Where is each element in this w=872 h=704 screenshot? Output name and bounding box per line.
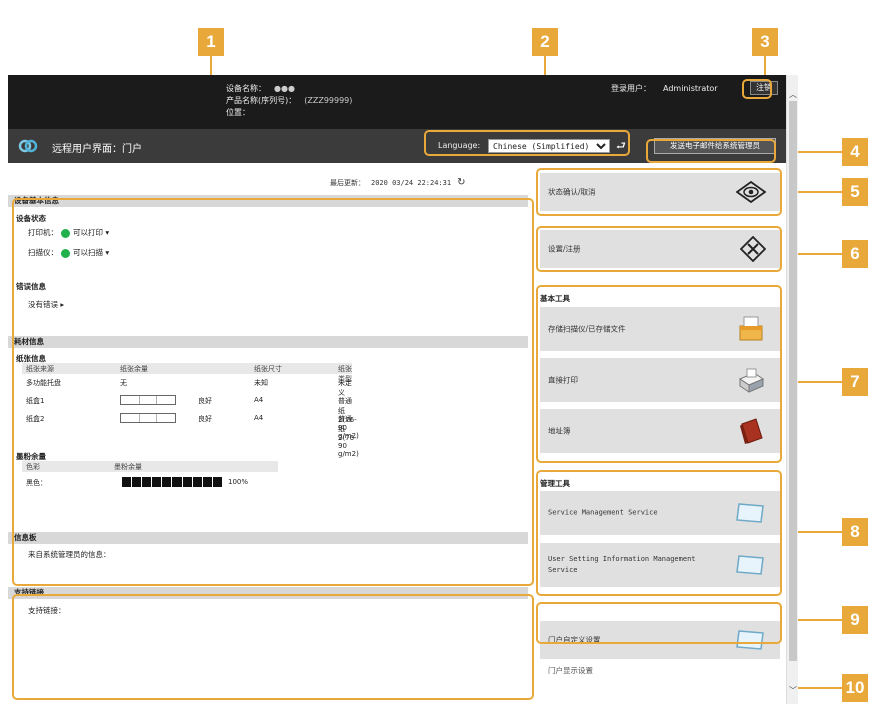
highlight-frame-6: [536, 226, 782, 272]
callout-6: 6: [842, 240, 868, 268]
device-name-label: 设备名称：: [226, 84, 266, 93]
device-name-value: ●●●: [274, 84, 295, 93]
highlight-frame-4: [646, 139, 776, 163]
scroll-up-icon[interactable]: ︿: [788, 89, 798, 99]
remote-ui-logo-icon: [18, 139, 38, 153]
callout-9: 9: [842, 606, 868, 634]
device-info-header: 设备名称： ●●● 产品名称(序列号)： (ZZZ99999) 位置：: [226, 83, 352, 119]
highlight-frame-10: [12, 594, 534, 700]
highlight-frame-2: [424, 130, 630, 156]
last-update-value: 2020 03/24 22:24:31: [371, 179, 452, 187]
callout-3: 3: [752, 28, 778, 56]
callout-7: 7: [842, 368, 868, 396]
scrollbar-thumb[interactable]: [789, 101, 797, 661]
header: 设备名称： ●●● 产品名称(序列号)： (ZZZ99999) 位置： 登录用户： A…: [8, 75, 786, 129]
highlight-frame-9: [536, 602, 782, 644]
callout-8: 8: [842, 518, 868, 546]
callout-2: 2: [532, 28, 558, 56]
login-user-label: 登录用户：: [611, 84, 651, 93]
highlight-frame-5: [536, 168, 782, 216]
highlight-frame-3: [742, 79, 772, 99]
product-name-value: (ZZZ99999): [304, 96, 353, 105]
last-update: 最后更新： 2020 03/24 22:24:31 ↻: [330, 177, 465, 188]
scrollbar[interactable]: ︿ ﹀: [786, 75, 798, 704]
callout-10: 10: [842, 674, 868, 702]
portal-display-link[interactable]: 门户显示设置: [548, 665, 593, 676]
scroll-down-icon[interactable]: ﹀: [788, 685, 798, 695]
refresh-icon[interactable]: ↻: [457, 177, 465, 188]
highlight-frame-8: [536, 470, 782, 596]
callout-4: 4: [842, 138, 868, 166]
login-user: 登录用户： Administrator: [611, 83, 718, 94]
highlight-frame-1: [12, 198, 534, 586]
highlight-frame-7: [536, 285, 782, 463]
callout-5: 5: [842, 178, 868, 206]
login-user-value: Administrator: [663, 84, 718, 93]
product-name-label: 产品名称(序列号)：: [226, 96, 297, 105]
last-update-label: 最后更新：: [330, 179, 365, 187]
page-title: 远程用户界面：门户: [52, 144, 142, 155]
callout-1: 1: [198, 28, 224, 56]
location-label: 位置：: [226, 108, 250, 117]
